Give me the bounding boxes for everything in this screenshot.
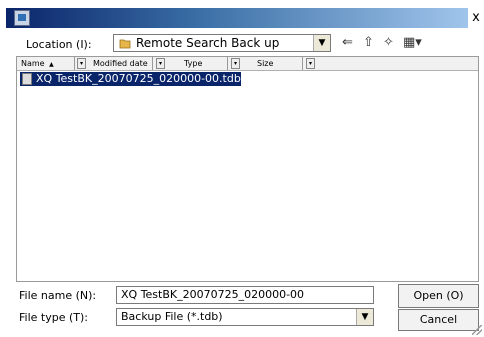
- chevron-down-icon[interactable]: ▼: [313, 35, 330, 51]
- file-type-value: Backup File (*.tdb): [121, 310, 223, 323]
- type-dropdown-icon[interactable]: ▾: [231, 58, 240, 69]
- back-icon[interactable]: ⇐: [342, 34, 353, 52]
- location-dropdown[interactable]: Remote Search Back up ▼: [113, 34, 331, 52]
- sort-ascending-icon: ▲: [49, 61, 54, 68]
- file-open-dialog: x Location (I): Remote Search Back up ▼ …: [0, 0, 484, 337]
- column-type[interactable]: Type: [168, 57, 228, 70]
- location-label: Location (I):: [26, 38, 92, 51]
- location-value: Remote Search Back up: [136, 36, 280, 50]
- open-button[interactable]: Open (O): [398, 284, 479, 308]
- column-name[interactable]: Name ▲: [17, 57, 75, 70]
- new-folder-icon[interactable]: ✧: [383, 34, 394, 52]
- file-type-select[interactable]: Backup File (*.tdb) ▼: [116, 308, 374, 326]
- resize-grip-icon[interactable]: [472, 325, 482, 335]
- close-button[interactable]: x: [468, 8, 484, 28]
- folder-icon: [119, 39, 131, 49]
- size-dropdown-icon[interactable]: ▾: [306, 58, 315, 69]
- column-modified-date[interactable]: Modified date: [89, 57, 153, 70]
- app-icon: [14, 10, 30, 26]
- column-size[interactable]: Size: [243, 57, 303, 70]
- file-name: XQ TestBK_20070725_020000-00.tdb: [36, 72, 241, 85]
- column-header: Name ▲ ▾ Modified date ▾ Type ▾ Size ▾: [17, 57, 478, 71]
- file-type-label: File type (T):: [19, 311, 88, 324]
- name-dropdown-icon[interactable]: ▾: [77, 58, 86, 69]
- cancel-button[interactable]: Cancel: [398, 309, 479, 331]
- file-name-label: File name (N):: [19, 289, 97, 302]
- view-menu-icon[interactable]: ▦▾: [403, 34, 422, 52]
- file-list[interactable]: Name ▲ ▾ Modified date ▾ Type ▾ Size ▾ X…: [16, 56, 479, 282]
- file-row[interactable]: XQ TestBK_20070725_020000-00.tdb: [20, 72, 241, 86]
- file-name-input[interactable]: XQ TestBK_20070725_020000-00: [116, 286, 374, 304]
- chevron-down-icon[interactable]: ▼: [356, 309, 373, 325]
- file-icon: [22, 73, 32, 85]
- up-folder-icon[interactable]: ⇧: [363, 34, 374, 52]
- modified-date-dropdown-icon[interactable]: ▾: [156, 58, 165, 69]
- title-bar: x: [6, 8, 484, 28]
- column-name-label: Name: [21, 59, 45, 68]
